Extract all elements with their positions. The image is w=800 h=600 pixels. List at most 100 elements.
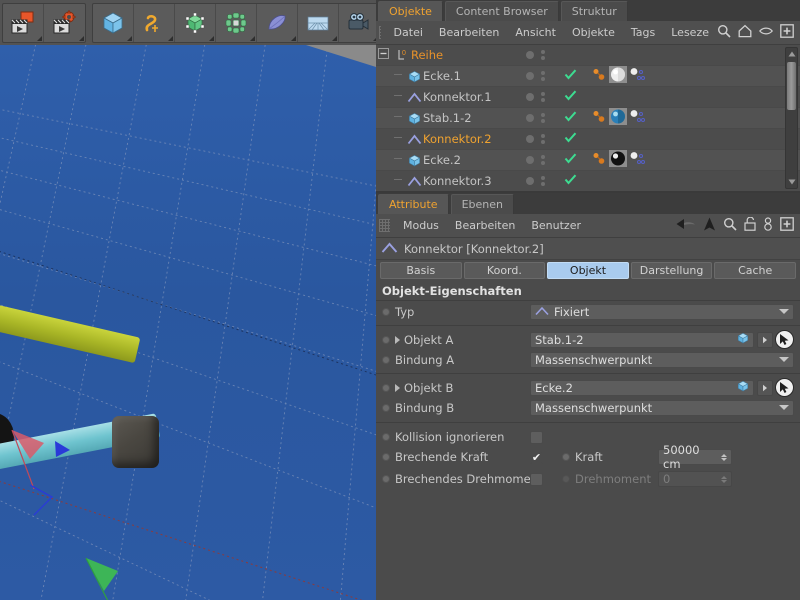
dynamics-tag-icon[interactable] [592,67,607,86]
animate-bullet-icon[interactable] [382,355,390,364]
search-icon[interactable] [717,24,731,41]
input-kraft[interactable]: 50000 cm [658,443,732,471]
tab-struktur[interactable]: Struktur [560,1,628,21]
tab-objekte[interactable]: Objekte [378,1,443,21]
scroll-up-arrow[interactable] [786,48,797,60]
render-view-button[interactable] [3,3,44,42]
home-icon[interactable] [738,24,752,41]
table-row[interactable]: Konnektor.2 [376,129,800,150]
render-visibility-dots[interactable] [541,92,545,102]
dynamics-tag-icon[interactable] [592,151,607,170]
scroll-down-arrow[interactable] [786,176,797,188]
tab-content-browser[interactable]: Content Browser [444,1,559,21]
table-row[interactable]: Konnektor.1 [376,87,800,108]
enable-checkmark[interactable] [564,110,586,126]
dropdown-bindung-b[interactable]: Massenschwerpunkt [530,399,794,416]
editor-visibility-dot[interactable] [526,93,534,101]
object-name-konnektor-3[interactable]: Konnektor.3 [390,169,520,191]
tree-expand-toggle[interactable] [376,48,390,62]
animate-bullet-icon[interactable] [382,307,390,316]
object-name-reihe[interactable]: 0 Reihe [390,48,520,62]
animate-bullet-icon[interactable] [382,475,390,483]
menu-tags[interactable]: Tags [623,21,663,45]
tab-attribute[interactable]: Attribute [378,194,449,214]
material-tag-blue-icon[interactable] [609,108,627,128]
render-visibility-dots[interactable] [541,176,545,186]
viewport-perspective[interactable] [0,45,376,600]
table-row[interactable]: Konnektor.3 [376,169,800,191]
object-picker-button[interactable] [775,330,794,349]
menu-objekte[interactable]: Objekte [564,21,623,45]
material-tag-black-icon[interactable] [609,150,627,170]
visibility-dots[interactable] [520,50,564,60]
phong-tag-icon[interactable] [629,151,645,170]
menu-bearbeiten[interactable]: Bearbeiten [431,21,507,45]
tab-ebenen[interactable]: Ebenen [450,194,514,214]
object-manager-tree[interactable]: 0 Reihe Ecke.1 Konnektor.1 Stab.1-2 Konn… [376,45,800,193]
animate-bullet-icon[interactable] [382,383,390,392]
menu-modus[interactable]: Modus [395,214,447,238]
phong-tag-icon[interactable] [629,109,645,128]
dynamics-tag-icon[interactable] [592,109,607,128]
object-picker-button[interactable] [775,378,794,397]
viewport-corner-cube[interactable] [112,416,159,468]
panel-grip-icon[interactable] [379,219,390,232]
editor-visibility-dot[interactable] [526,156,534,164]
visibility-dots[interactable] [520,155,564,165]
object-manager-scrollbar[interactable] [785,47,798,189]
add-layout-icon[interactable] [780,217,794,234]
add-camera-button[interactable] [339,3,380,42]
expand-caret-icon[interactable] [395,383,400,392]
editor-visibility-dot[interactable] [526,114,534,122]
kraft-stepper[interactable] [717,453,727,461]
enable-checkmark[interactable] [564,68,586,84]
enable-checkmark[interactable] [564,131,586,147]
render-settings-button[interactable] [44,4,85,42]
add-layout-icon[interactable] [780,24,794,41]
table-row[interactable]: Ecke.2 [376,150,800,171]
dropdown-bindung-a[interactable]: Massenschwerpunkt [530,351,794,368]
material-tag-white-icon[interactable] [609,66,627,86]
link-field-expand-button[interactable] [757,379,773,396]
render-visibility-dots[interactable] [541,155,545,165]
pin-icon[interactable] [763,217,773,234]
menu-leseze[interactable]: Leseze [663,21,717,45]
tab-koord[interactable]: Koord. [463,262,546,279]
checkbox-kollision-ignorieren[interactable] [530,430,543,444]
visibility-dots[interactable] [520,92,564,102]
link-field-objekt-a[interactable]: Stab.1-2 [530,331,754,348]
up-arrow-icon[interactable] [703,217,716,234]
menu-benutzer[interactable]: Benutzer [523,214,589,238]
editor-visibility-dot[interactable] [526,51,534,59]
enable-checkmark[interactable] [564,173,586,189]
menu-ansicht[interactable]: Ansicht [507,21,564,45]
scrollbar-thumb[interactable] [787,62,796,110]
visibility-dots[interactable] [520,176,564,186]
animate-bullet-icon[interactable] [382,453,390,461]
animate-bullet-icon[interactable] [382,433,390,441]
editor-visibility-dot[interactable] [526,135,534,143]
render-visibility-dots[interactable] [541,134,545,144]
menu-bearbeiten[interactable]: Bearbeiten [447,214,523,238]
link-field-objekt-b[interactable]: Ecke.2 [530,379,754,396]
add-cube-button[interactable] [93,3,134,42]
table-row[interactable]: Stab.1-2 [376,108,800,129]
render-visibility-dots[interactable] [541,113,545,123]
animate-bullet-icon[interactable] [382,335,390,344]
lock-icon[interactable] [744,216,756,234]
animate-bullet-icon[interactable] [562,453,570,461]
tab-darstellung[interactable]: Darstellung [630,262,713,279]
render-visibility-dots[interactable] [541,50,545,60]
visibility-dots[interactable] [520,71,564,81]
enable-checkmark[interactable] [564,89,586,105]
tab-basis[interactable]: Basis [380,262,462,279]
enable-checkmark[interactable] [564,152,586,168]
expand-caret-icon[interactable] [395,335,400,344]
link-field-expand-button[interactable] [757,331,773,348]
panel-grip-icon[interactable] [379,26,381,39]
checkbox-brechende-kraft[interactable]: ✔ [530,450,543,464]
search-icon[interactable] [723,217,737,234]
add-generator-button[interactable] [175,3,216,42]
visibility-dots[interactable] [520,134,564,144]
animate-bullet-icon[interactable] [382,403,390,412]
